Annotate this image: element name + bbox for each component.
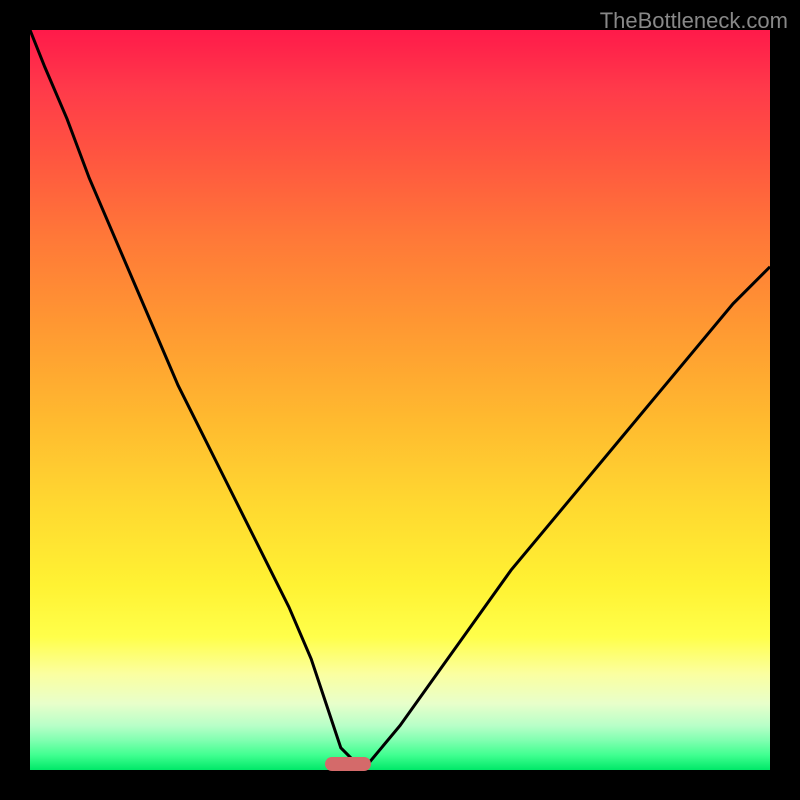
bottleneck-curve [30, 30, 770, 770]
optimal-marker [325, 757, 371, 771]
chart-plot-area [30, 30, 770, 770]
watermark-text: TheBottleneck.com [600, 8, 788, 34]
